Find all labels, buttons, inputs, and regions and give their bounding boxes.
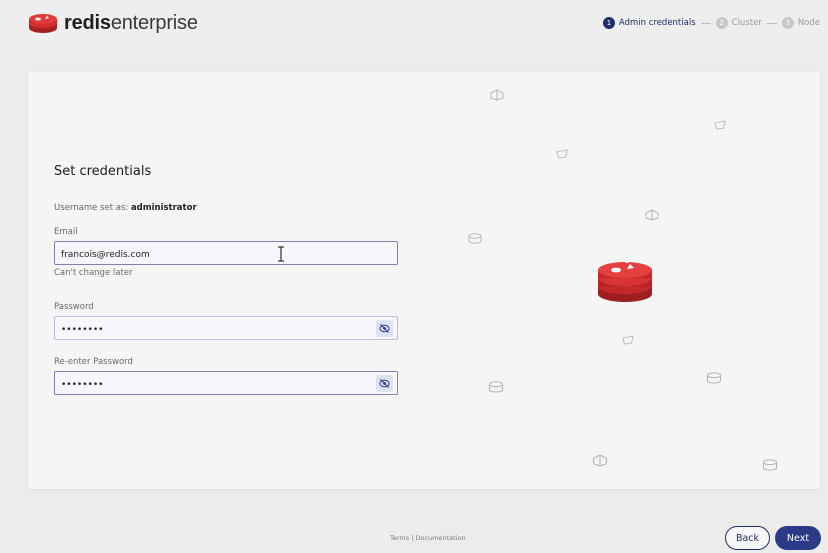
credentials-form: Set credentials Username set as: adminis… (54, 164, 400, 396)
step-number: 1 (602, 17, 615, 29)
decorative-cube-icon (490, 89, 504, 101)
password-label: Password (54, 302, 94, 312)
step-node[interactable]: 3 Node (781, 17, 820, 29)
decorative-database-icon (706, 372, 722, 384)
decorative-cube-icon (714, 120, 726, 130)
step-label: Admin credentials (618, 18, 696, 28)
toggle-reenter-password-visibility-button[interactable] (376, 375, 393, 392)
redis-hero-logo-icon (598, 260, 652, 302)
reenter-password-field[interactable] (55, 374, 397, 396)
step-separator (700, 22, 711, 24)
step-number: 2 (715, 17, 728, 29)
email-helper-text: Can't change later (54, 268, 133, 278)
step-cluster[interactable]: 2 Cluster (715, 17, 762, 29)
next-button[interactable]: Next (775, 526, 821, 550)
decorative-database-icon (488, 381, 504, 393)
reenter-password-field-wrapper (54, 371, 398, 396)
password-field-wrapper (54, 316, 398, 341)
step-label: Cluster (731, 18, 762, 28)
username-info: Username set as: administrator (54, 203, 400, 213)
footer-links[interactable]: Terms | Documentation (390, 534, 466, 542)
decorative-cube-icon (622, 335, 634, 345)
credentials-card: Set credentials Username set as: adminis… (28, 72, 820, 489)
brand: redisenterprise (28, 12, 198, 35)
form-title: Set credentials (54, 164, 152, 179)
reenter-password-label: Re-enter Password (54, 357, 133, 367)
step-label: Node (797, 18, 820, 28)
decorative-cube-icon (592, 454, 608, 467)
eye-off-icon (379, 379, 390, 388)
redis-logo-icon (29, 14, 57, 33)
decorative-database-icon (762, 459, 778, 471)
email-label: Email (54, 227, 78, 237)
text-cursor-icon (278, 246, 284, 262)
toggle-password-visibility-button[interactable] (376, 320, 393, 337)
step-number: 3 (781, 17, 794, 29)
footer: Terms | Documentation Back Next (0, 516, 828, 553)
brand-name-bold: redis (64, 11, 111, 34)
step-separator (766, 22, 777, 24)
decorative-database-icon (468, 233, 482, 244)
email-field[interactable] (55, 244, 397, 266)
email-field-wrapper (54, 241, 398, 266)
back-button[interactable]: Back (725, 526, 770, 550)
top-bar: redisenterprise 1 Admin credentials 2 Cl… (0, 0, 828, 46)
decorative-cube-icon (645, 209, 659, 221)
step-admin-credentials[interactable]: 1 Admin credentials (602, 17, 696, 29)
brand-name-light: enterprise (110, 11, 198, 34)
password-field[interactable] (55, 319, 397, 341)
decorative-cube-icon (556, 149, 568, 159)
username-value: administrator (130, 203, 197, 213)
username-prefix: Username set as: (54, 203, 129, 213)
eye-off-icon (379, 324, 390, 333)
setup-stepper: 1 Admin credentials 2 Cluster 3 Node (602, 17, 820, 29)
